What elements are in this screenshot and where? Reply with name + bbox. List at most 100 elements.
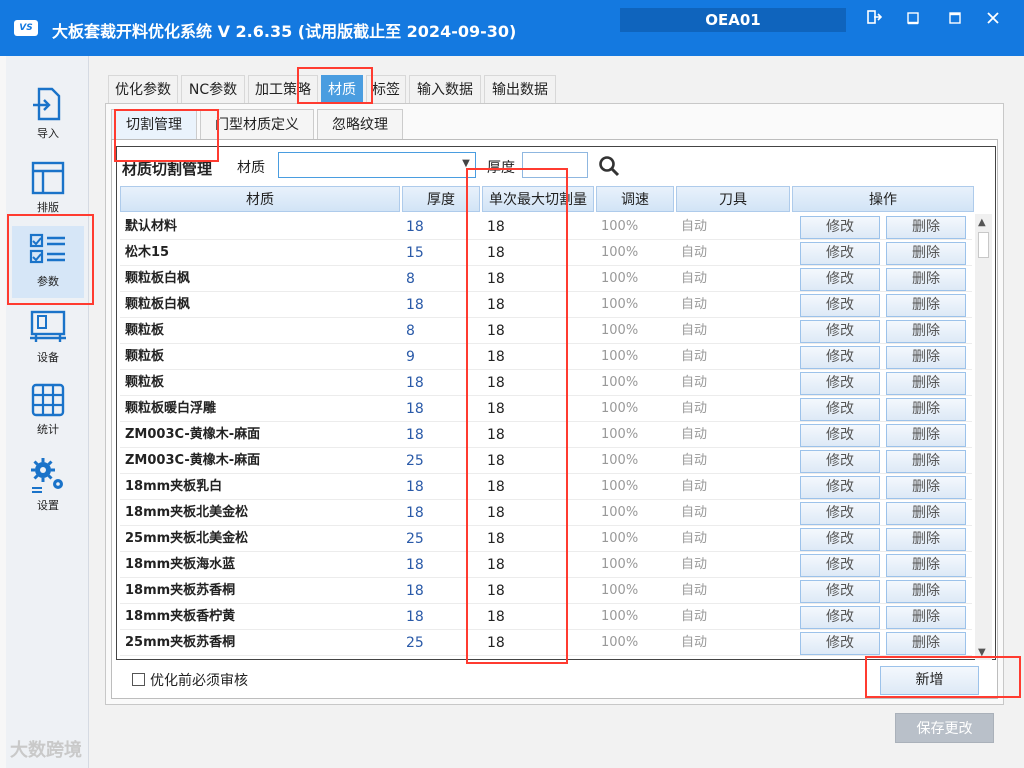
edit-button[interactable]: 修改 [800, 554, 880, 577]
table-row[interactable]: ZM003C-黄橡木-麻面 25 18 100% 自动 修改 删除 [120, 448, 972, 474]
table-row[interactable]: 颗粒板 9 18 100% 自动 修改 删除 [120, 344, 972, 370]
delete-button[interactable]: 删除 [886, 242, 966, 265]
sidebar-item-settings[interactable]: 设置 [12, 450, 84, 522]
delete-button[interactable]: 删除 [886, 294, 966, 317]
scroll-up-icon[interactable]: ▲ [978, 217, 986, 228]
app-logo: VS [14, 20, 38, 36]
delete-button[interactable]: 删除 [886, 580, 966, 603]
delete-button[interactable]: 删除 [886, 424, 966, 447]
edit-button[interactable]: 修改 [800, 216, 880, 239]
save-changes-button[interactable]: 保存更改 [895, 713, 994, 743]
subtab-ignore-grain[interactable]: 忽略纹理 [317, 109, 403, 139]
delete-button[interactable]: 删除 [886, 268, 966, 291]
edit-button[interactable]: 修改 [800, 450, 880, 473]
cell-max-cut: 18 [487, 453, 505, 469]
delete-button[interactable]: 删除 [886, 632, 966, 655]
table-row[interactable]: 25mm夹板北美金松 25 18 100% 自动 修改 删除 [120, 526, 972, 552]
delete-button[interactable]: 删除 [886, 476, 966, 499]
sidebar-item-stats[interactable]: 统计 [12, 376, 84, 448]
scroll-down-icon[interactable]: ▼ [978, 647, 986, 658]
edit-button[interactable]: 修改 [800, 424, 880, 447]
delete-button[interactable]: 删除 [886, 320, 966, 343]
table-row[interactable]: 18mm夹板苏香桐 18 18 100% 自动 修改 删除 [120, 578, 972, 604]
subtab-cut-management[interactable]: 切割管理 [111, 109, 197, 139]
edit-button[interactable]: 修改 [800, 528, 880, 551]
tab-machining-strategy[interactable]: 加工策略 [248, 75, 318, 103]
table-row[interactable]: 颗粒板 8 18 100% 自动 修改 删除 [120, 318, 972, 344]
column-header-actions[interactable]: 操作 [792, 186, 974, 212]
search-icon[interactable] [598, 155, 620, 177]
edit-button[interactable]: 修改 [800, 632, 880, 655]
sidebar-item-machine[interactable]: 设备 [12, 302, 84, 374]
column-header-max-cut[interactable]: 单次最大切割量 [482, 186, 594, 212]
tab-input-data[interactable]: 输入数据 [409, 75, 481, 103]
delete-button[interactable]: 删除 [886, 398, 966, 421]
table-row[interactable]: 25mm夹板苏香桐 25 18 100% 自动 修改 删除 [120, 630, 972, 656]
table-row[interactable]: 默认材料 18 18 100% 自动 修改 删除 [120, 214, 972, 240]
thickness-filter-input[interactable] [522, 152, 588, 178]
cell-thickness: 18 [406, 505, 424, 521]
edit-button[interactable]: 修改 [800, 268, 880, 291]
edit-button[interactable]: 修改 [800, 294, 880, 317]
restore-icon[interactable] [899, 8, 927, 32]
tab-nc-params[interactable]: NC参数 [181, 75, 245, 103]
sidebar-item-import[interactable]: 导入 [12, 80, 84, 152]
tab-optimize-params[interactable]: 优化参数 [108, 75, 178, 103]
table-row[interactable]: 18mm夹板乳白 18 18 100% 自动 修改 删除 [120, 474, 972, 500]
table-row[interactable]: 颗粒板 18 18 100% 自动 修改 删除 [120, 370, 972, 396]
edit-button[interactable]: 修改 [800, 502, 880, 525]
sidebar-item-params[interactable]: 参数 [12, 226, 84, 298]
cell-thickness: 18 [406, 557, 424, 573]
tab-label[interactable]: 标签 [366, 75, 406, 103]
scroll-thumb[interactable] [978, 232, 989, 258]
cell-material: 默认材料 [125, 219, 178, 234]
delete-button[interactable]: 删除 [886, 502, 966, 525]
delete-button[interactable]: 删除 [886, 372, 966, 395]
close-icon[interactable] [979, 8, 1007, 32]
table-row[interactable]: 18mm夹板海水蓝 18 18 100% 自动 修改 删除 [120, 552, 972, 578]
table-row[interactable]: 颗粒板暖白浮雕 18 18 100% 自动 修改 删除 [120, 396, 972, 422]
table-row[interactable]: 颗粒板白枫 8 18 100% 自动 修改 删除 [120, 266, 972, 292]
edit-button[interactable]: 修改 [800, 242, 880, 265]
review-checkbox[interactable] [132, 673, 145, 686]
edit-button[interactable]: 修改 [800, 580, 880, 603]
column-header-speed[interactable]: 调速 [596, 186, 674, 212]
table-row[interactable]: ZM003C-黄橡木-麻面 18 18 100% 自动 修改 删除 [120, 422, 972, 448]
logout-icon[interactable] [860, 8, 888, 32]
material-filter-select[interactable]: ▼ [278, 152, 476, 178]
column-header-material[interactable]: 材质 [120, 186, 400, 212]
subtab-door-material[interactable]: 门型材质定义 [200, 109, 314, 139]
tab-material[interactable]: 材质 [321, 75, 363, 103]
edit-button[interactable]: 修改 [800, 346, 880, 369]
edit-button[interactable]: 修改 [800, 606, 880, 629]
cell-tool: 自动 [681, 427, 708, 442]
edit-button[interactable]: 修改 [800, 398, 880, 421]
add-button[interactable]: 新增 [880, 666, 979, 695]
column-header-thickness[interactable]: 厚度 [402, 186, 480, 212]
tab-output-data[interactable]: 输出数据 [484, 75, 556, 103]
cell-speed: 100% [601, 375, 639, 390]
edit-button[interactable]: 修改 [800, 476, 880, 499]
table-row[interactable]: 松木15 15 18 100% 自动 修改 删除 [120, 240, 972, 266]
cell-tool: 自动 [681, 479, 708, 494]
edit-button[interactable]: 修改 [800, 372, 880, 395]
delete-button[interactable]: 删除 [886, 450, 966, 473]
delete-button[interactable]: 删除 [886, 528, 966, 551]
table-scrollbar[interactable]: ▲ ▼ [975, 214, 992, 660]
sidebar-item-layout[interactable]: 排版 [12, 154, 84, 226]
delete-button[interactable]: 删除 [886, 346, 966, 369]
chevron-down-icon[interactable]: ▼ [459, 158, 473, 172]
table-row[interactable]: 颗粒板白枫 18 18 100% 自动 修改 删除 [120, 292, 972, 318]
column-header-tool[interactable]: 刀具 [676, 186, 790, 212]
cell-material: 颗粒板白枫 [125, 297, 191, 312]
maximize-icon[interactable] [941, 8, 969, 32]
edit-button[interactable]: 修改 [800, 320, 880, 343]
delete-button[interactable]: 删除 [886, 216, 966, 239]
table-row[interactable]: 18mm夹板香柠黄 18 18 100% 自动 修改 删除 [120, 604, 972, 630]
cell-max-cut: 18 [487, 271, 505, 287]
cell-material: 颗粒板 [125, 375, 165, 390]
delete-button[interactable]: 删除 [886, 606, 966, 629]
table-row[interactable]: 18mm夹板北美金松 18 18 100% 自动 修改 删除 [120, 500, 972, 526]
cell-thickness: 18 [406, 609, 424, 625]
delete-button[interactable]: 删除 [886, 554, 966, 577]
